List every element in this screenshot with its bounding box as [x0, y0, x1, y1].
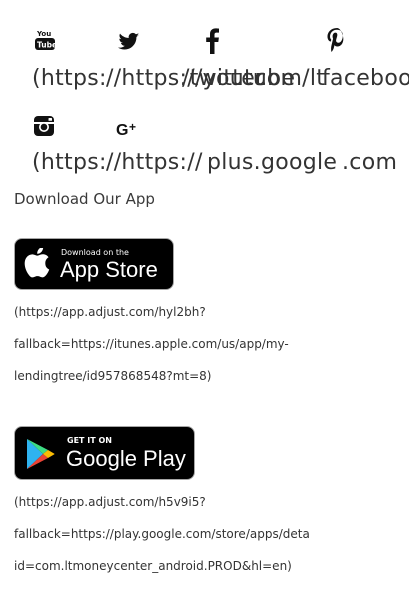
pinterest-icon[interactable] — [326, 27, 346, 55]
twitter-icon[interactable] — [118, 32, 140, 52]
social-links-row1[interactable]: (https: //https://youtube /twitter .com/… — [32, 66, 409, 96]
google-play-badge[interactable]: GET IT ON Google Play — [14, 426, 195, 480]
app-store-link-line-2[interactable]: fallback=https://itunes.apple.com/us/app… — [14, 337, 289, 351]
app-store-big-label: App Store — [60, 257, 158, 282]
google-plus-link-suffix[interactable]: .com — [342, 150, 397, 175]
google-plus-icon[interactable]: G + — [116, 120, 142, 139]
app-store-link-line-3[interactable]: lendingtree/id957868548?mt=8) — [14, 369, 211, 383]
svg-text:Tube: Tube — [37, 41, 57, 50]
facebook-link-text[interactable]: facebook — [322, 66, 409, 91]
google-play-link-line-2[interactable]: fallback=https://play.google.com/store/a… — [14, 527, 310, 541]
app-store-link-line-1[interactable]: (https://app.adjust.com/hyl2bh? — [14, 305, 206, 319]
social-link-prefix[interactable]: (https: — [32, 150, 107, 175]
svg-text:You: You — [36, 30, 51, 38]
google-play-link-line-3[interactable]: id=com.ltmoneycenter_android.PROD&hl=en) — [14, 559, 292, 573]
instagram-link-text[interactable]: //https:// — [106, 150, 203, 175]
google-play-icon — [26, 438, 56, 470]
svg-text:+: + — [129, 120, 136, 134]
social-links-row2[interactable]: (https: //https:// plus.google .com — [32, 150, 409, 180]
download-app-heading: Download Our App — [14, 190, 155, 208]
svg-text:G: G — [116, 122, 128, 138]
youtube-icon[interactable]: You Tube — [33, 28, 57, 52]
google-play-big-label: Google Play — [66, 446, 186, 471]
google-play-link-line-1[interactable]: (https://app.adjust.com/h5v9i5? — [14, 495, 206, 509]
app-store-badge[interactable]: Download on the App Store — [14, 238, 174, 290]
google-plus-link-text[interactable]: plus.google — [207, 150, 337, 175]
instagram-icon[interactable] — [34, 116, 54, 136]
app-store-small-label: Download on the — [61, 248, 129, 257]
apple-icon — [24, 246, 52, 280]
social-link-prefix[interactable]: (https: — [32, 66, 107, 91]
pinterest-link-text[interactable]: .com/lt — [247, 66, 325, 91]
google-play-small-label: GET IT ON — [67, 436, 112, 445]
facebook-icon[interactable] — [204, 28, 220, 54]
